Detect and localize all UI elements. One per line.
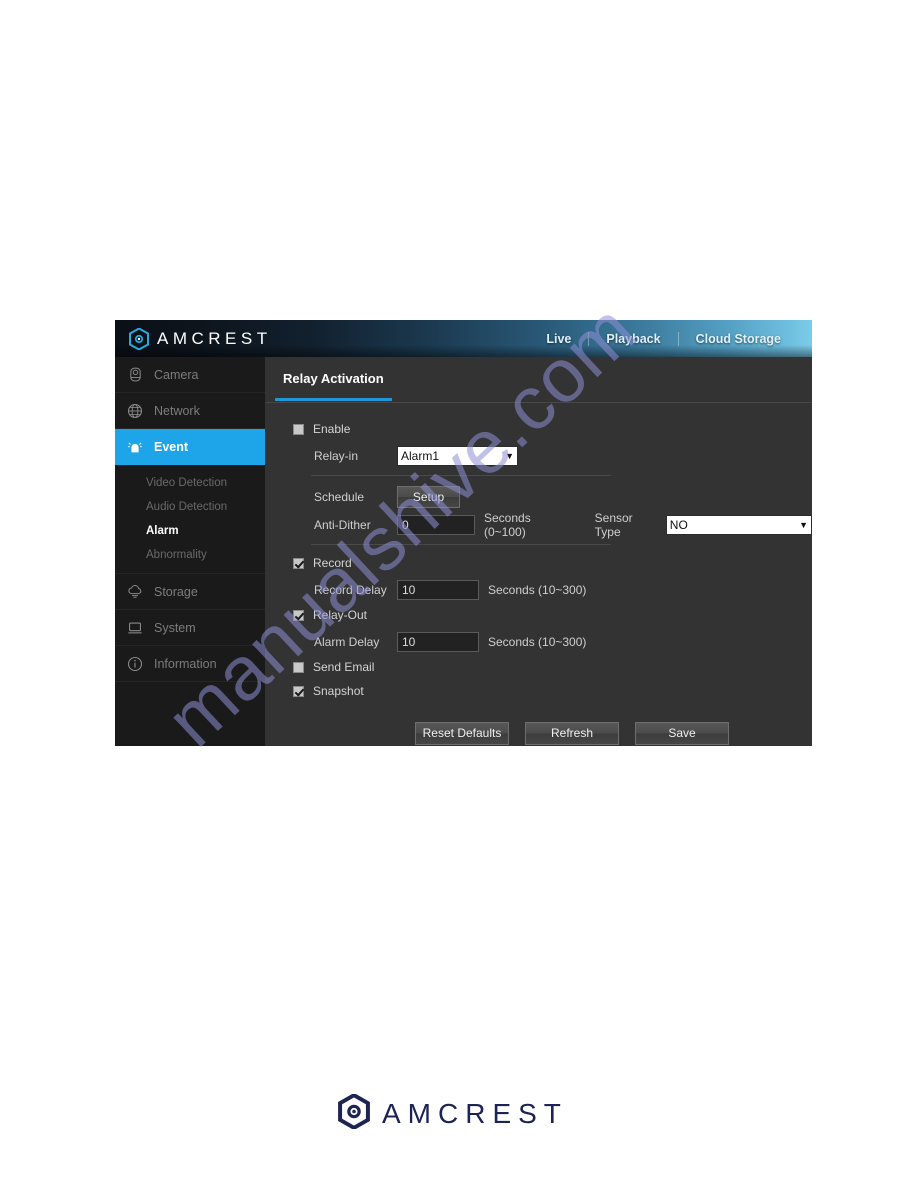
sidebar-subnav-event: Video Detection Audio Detection Alarm Ab… [115,465,265,574]
sidebar-item-network[interactable]: Network [115,393,265,429]
sidebar-subitem-label: Abnormality [146,549,207,561]
anti-dither-row: Anti-Dither 0 Seconds (0~100) Sensor Typ… [293,510,812,539]
schedule-label: Schedule [314,489,365,504]
cloud-icon [125,582,145,602]
network-globe-icon [125,401,145,421]
nav-playback[interactable]: Playback [589,332,677,346]
relay-out-label: Relay-Out [313,608,368,622]
amcrest-web-ui-window: AMCREST Live Playback Cloud Storage Came [115,320,812,746]
relay-out-checkbox[interactable] [293,609,304,621]
sidebar-navigation: Camera Network Event Video Detection Aud… [115,357,283,746]
sidebar-subitem-abnormality[interactable]: Abnormality [115,543,265,567]
sensor-type-value: NO [669,517,688,532]
footer-brand-logo: AMCREST [338,1092,568,1134]
footer-brand-name: AMCREST [382,1098,568,1129]
relay-in-row: Relay-in Alarm1 ▼ [293,442,812,469]
record-label: Record [313,556,352,570]
form-action-buttons: Reset Defaults Refresh Save [415,722,812,745]
sidebar-item-label: Storage [154,584,198,599]
alarm-delay-hint: Seconds (10~300) [488,634,587,649]
enable-checkbox[interactable] [293,423,304,435]
sidebar-item-information[interactable]: Information [115,646,265,682]
sidebar-item-storage[interactable]: Storage [115,574,265,610]
relay-in-label: Relay-in [314,448,359,463]
sidebar-item-label: System [154,620,196,635]
relay-in-select[interactable]: Alarm1 ▼ [397,445,518,466]
amcrest-hex-logo-icon [338,1092,370,1134]
anti-dither-label: Anti-Dither [314,517,371,532]
chevron-down-icon: ▼ [799,519,808,530]
sensor-type-group: Sensor Type NO ▼ [595,511,812,539]
alarm-delay-row: Alarm Delay 10 Seconds (10~300) [293,628,812,655]
sidebar-subitem-label: Video Detection [146,477,227,489]
send-email-row: Send Email [293,656,812,678]
monitor-icon [125,618,145,638]
send-email-checkbox[interactable] [293,661,304,673]
snapshot-label: Snapshot [313,684,364,698]
sidebar-subitem-video-detection[interactable]: Video Detection [115,471,265,495]
enable-row: Enable [293,418,812,440]
camera-icon [125,365,145,385]
brand-name: AMCREST [157,328,272,348]
schedule-row: Schedule Setup [293,483,812,510]
amcrest-hex-logo-icon [129,326,149,351]
anti-dither-hint: Seconds (0~100) [484,510,531,539]
sidebar-item-camera[interactable]: Camera [115,357,265,393]
section-divider [311,475,611,476]
tab-bar: Relay Activation [265,357,812,403]
schedule-setup-button[interactable]: Setup [397,485,460,508]
main-content-panel: Relay Activation Enable Relay-in Alarm1 … [265,357,812,746]
record-delay-hint: Seconds (10~300) [488,582,587,597]
relay-in-value: Alarm1 [401,448,440,463]
nav-live[interactable]: Live [529,332,588,346]
enable-label: Enable [313,422,351,436]
info-circle-icon [125,654,145,674]
reset-defaults-button[interactable]: Reset Defaults [415,722,509,745]
sidebar-item-label: Event [154,440,189,454]
relay-activation-form: Enable Relay-in Alarm1 ▼ Schedule Setup [265,403,812,745]
sidebar-item-event[interactable]: Event [115,429,283,465]
chevron-down-icon: ▼ [505,450,514,461]
sensor-type-select[interactable]: NO ▼ [665,514,812,535]
top-navigation: Live Playback Cloud Storage [529,320,798,357]
sidebar-subitem-label: Audio Detection [146,501,228,513]
record-row: Record [293,552,812,574]
brand-logo: AMCREST [129,320,272,357]
record-checkbox[interactable] [293,557,304,569]
record-delay-row: Record Delay 10 Seconds (10~300) [293,576,812,603]
app-header: AMCREST Live Playback Cloud Storage [115,320,812,357]
tab-relay-activation[interactable]: Relay Activation [275,357,392,401]
snapshot-row: Snapshot [293,680,812,702]
record-delay-input[interactable]: 10 [397,579,479,600]
alarm-delay-label: Alarm Delay [314,634,380,649]
sidebar-item-system[interactable]: System [115,610,265,646]
sidebar-item-label: Information [154,656,217,671]
refresh-button[interactable]: Refresh [525,722,619,745]
sidebar-subitem-label: Alarm [146,525,179,537]
alarm-bell-icon [125,437,145,457]
sidebar-subitem-audio-detection[interactable]: Audio Detection [115,495,265,519]
sidebar-item-label: Network [154,403,200,418]
anti-dither-input[interactable]: 0 [397,514,475,535]
sensor-type-label: Sensor Type [594,510,633,539]
relay-out-row: Relay-Out [293,604,812,626]
alarm-delay-input[interactable]: 10 [397,631,479,652]
save-button[interactable]: Save [635,722,729,745]
sidebar-subitem-alarm[interactable]: Alarm [115,519,265,543]
record-delay-label: Record Delay [314,582,387,597]
snapshot-checkbox[interactable] [293,685,304,697]
sidebar-item-label: Camera [154,367,199,382]
nav-cloud-storage[interactable]: Cloud Storage [679,332,798,346]
send-email-label: Send Email [313,660,375,674]
section-divider [311,544,611,545]
